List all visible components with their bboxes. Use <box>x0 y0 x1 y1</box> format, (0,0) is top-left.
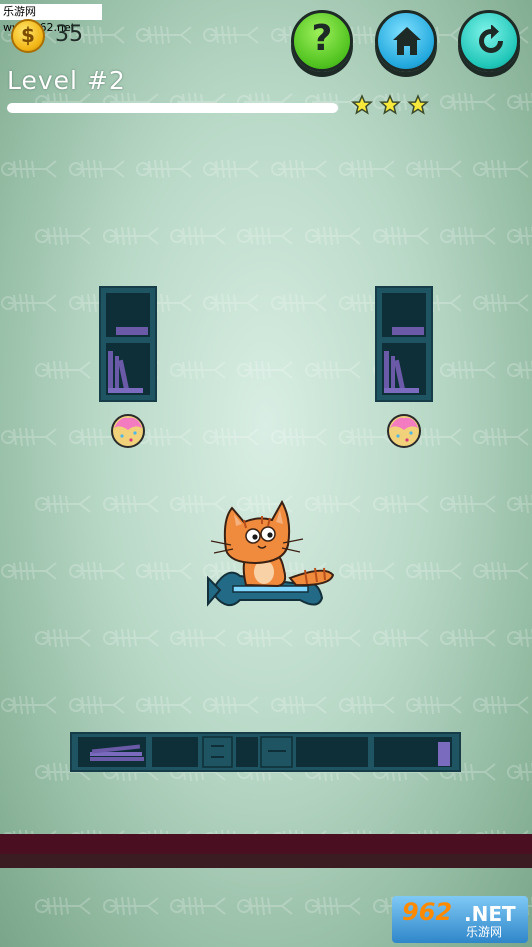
candy-left <box>111 414 145 448</box>
bottom-shelf[interactable] <box>70 732 461 772</box>
watermark-logo-number: 962 <box>402 898 453 926</box>
game-scene <box>70 286 461 772</box>
bookshelf-left[interactable] <box>99 286 157 402</box>
floor-bottom-band <box>0 854 532 868</box>
cat-character <box>207 499 335 607</box>
watermark-logo: 962 .NET 乐游网 <box>392 896 528 943</box>
bookshelf-right[interactable] <box>375 286 433 402</box>
candy-right <box>387 414 421 448</box>
floor-top-band <box>0 834 532 854</box>
watermark-logo-cn: 乐游网 <box>466 925 503 939</box>
